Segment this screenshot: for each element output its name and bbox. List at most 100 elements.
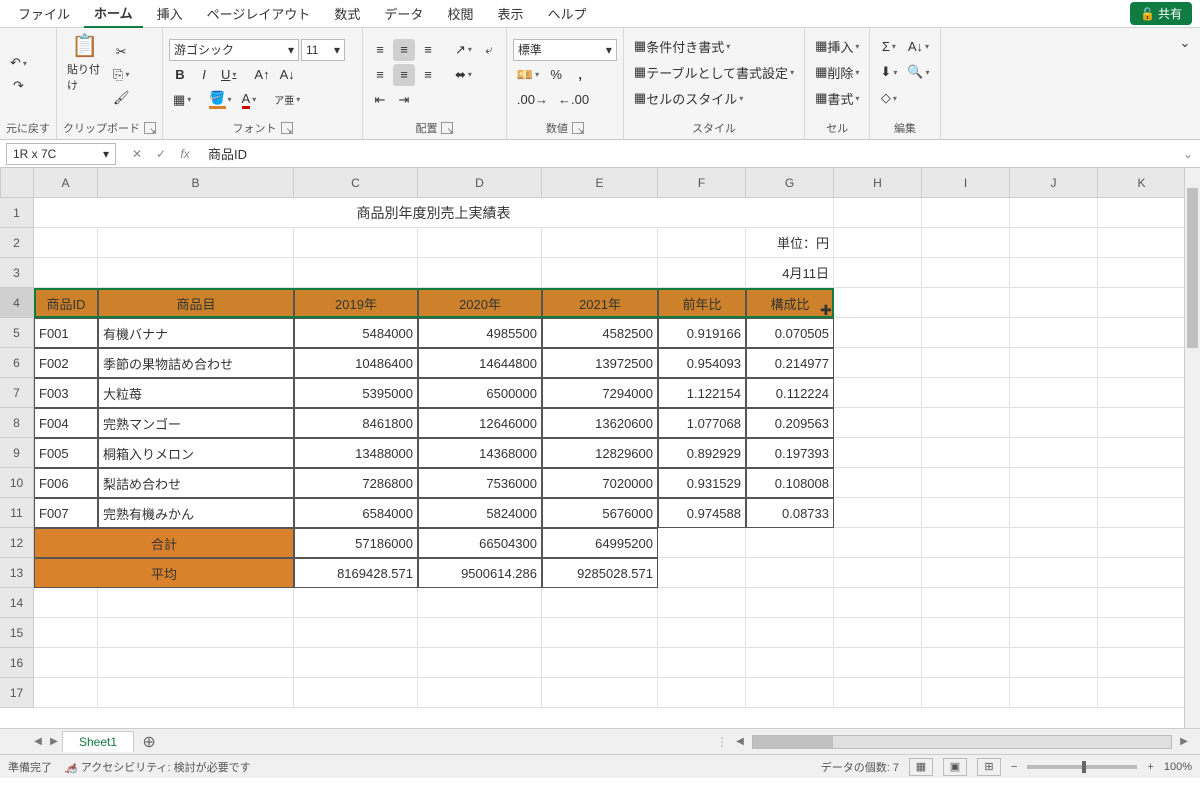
increase-decimal-button[interactable]: .00→ <box>513 89 552 111</box>
cell[interactable] <box>418 228 542 258</box>
cell[interactable] <box>834 528 922 558</box>
percent-button[interactable]: % <box>545 64 567 86</box>
row-header-14[interactable]: 14 <box>0 588 34 618</box>
select-all-corner[interactable] <box>0 168 34 198</box>
cell[interactable] <box>834 408 922 438</box>
col-header-k[interactable]: K <box>1098 168 1186 198</box>
cell[interactable] <box>834 288 922 318</box>
cell[interactable]: 9285028.571 <box>542 558 658 588</box>
cell[interactable]: 0.931529 <box>658 468 746 498</box>
format-painter-button[interactable]: 🖌 <box>109 87 134 109</box>
borders-button[interactable]: ▦▾ <box>169 89 195 111</box>
cell[interactable]: 0.108008 <box>746 468 834 498</box>
cell[interactable] <box>834 468 922 498</box>
cell[interactable] <box>1010 588 1098 618</box>
cell[interactable]: 5484000 <box>294 318 418 348</box>
cell[interactable] <box>746 678 834 708</box>
cell[interactable]: 8461800 <box>294 408 418 438</box>
cell[interactable] <box>922 468 1010 498</box>
cell[interactable]: 14368000 <box>418 438 542 468</box>
cell[interactable] <box>294 648 418 678</box>
cell[interactable] <box>658 618 746 648</box>
comma-button[interactable]: , <box>569 64 591 86</box>
formula-input[interactable]: 商品ID <box>200 144 1176 163</box>
hscroll-right-button[interactable]: ▶ <box>1176 734 1192 750</box>
cell[interactable] <box>98 228 294 258</box>
cell-title[interactable]: 商品別年度別売上実績表 <box>34 198 834 228</box>
row-header-4[interactable]: 4 <box>0 288 34 318</box>
row-header-15[interactable]: 15 <box>0 618 34 648</box>
cell[interactable]: 9500614.286 <box>418 558 542 588</box>
cell[interactable] <box>834 498 922 528</box>
cell[interactable] <box>834 648 922 678</box>
cell[interactable] <box>834 678 922 708</box>
cell[interactable]: 梨詰め合わせ <box>98 468 294 498</box>
align-middle-button[interactable]: ≡ <box>393 39 415 61</box>
cell[interactable] <box>922 318 1010 348</box>
col-header-d[interactable]: D <box>418 168 542 198</box>
cell-date[interactable]: 4月11日 <box>746 258 834 288</box>
cell[interactable] <box>746 588 834 618</box>
cell[interactable]: F006 <box>34 468 98 498</box>
cell[interactable] <box>922 288 1010 318</box>
fill-button[interactable]: ⬇▾ <box>876 61 901 83</box>
cell-header-2019[interactable]: 2019年 <box>294 288 418 318</box>
tab-nav-prev[interactable]: ◀ <box>30 734 46 750</box>
cell[interactable] <box>922 258 1010 288</box>
cell[interactable] <box>834 318 922 348</box>
insert-function-button[interactable]: fx <box>174 147 196 161</box>
cell[interactable] <box>1098 288 1186 318</box>
menu-home[interactable]: ホーム <box>84 0 143 28</box>
find-select-button[interactable]: 🔍▾ <box>903 61 933 83</box>
cell[interactable] <box>922 648 1010 678</box>
col-header-a[interactable]: A <box>34 168 98 198</box>
row-header-5[interactable]: 5 <box>0 318 34 348</box>
number-dialog-launcher[interactable] <box>572 122 584 134</box>
cell[interactable]: 5824000 <box>418 498 542 528</box>
cell[interactable]: F003 <box>34 378 98 408</box>
cell[interactable]: 1.077068 <box>658 408 746 438</box>
tab-split-handle[interactable]: ⋮ <box>716 735 728 749</box>
cell[interactable]: 13972500 <box>542 348 658 378</box>
cell[interactable] <box>1098 498 1186 528</box>
cell[interactable] <box>1098 228 1186 258</box>
cell[interactable] <box>1010 528 1098 558</box>
cell[interactable] <box>34 258 98 288</box>
vertical-scrollbar[interactable] <box>1184 168 1200 728</box>
cell[interactable] <box>1010 468 1098 498</box>
cell[interactable] <box>1098 678 1186 708</box>
cell[interactable]: 0.214977 <box>746 348 834 378</box>
cell[interactable] <box>1098 528 1186 558</box>
cell[interactable] <box>1010 438 1098 468</box>
autosum-button[interactable]: Σ▾ <box>876 35 901 57</box>
cell[interactable] <box>834 558 922 588</box>
view-pagebreak-button[interactable]: ⊞ <box>977 758 1001 776</box>
italic-button[interactable]: I <box>193 64 215 86</box>
row-header-12[interactable]: 12 <box>0 528 34 558</box>
cell[interactable] <box>542 648 658 678</box>
underline-button[interactable]: U▾ <box>217 64 240 86</box>
add-sheet-button[interactable]: ⊕ <box>134 732 164 752</box>
currency-button[interactable]: 💴▾ <box>513 64 543 86</box>
cell[interactable]: 12646000 <box>418 408 542 438</box>
cell[interactable]: 66504300 <box>418 528 542 558</box>
cell[interactable] <box>1010 198 1098 228</box>
cell[interactable]: 大粒苺 <box>98 378 294 408</box>
menu-review[interactable]: 校閲 <box>437 0 483 27</box>
cell[interactable]: 0.209563 <box>746 408 834 438</box>
cell[interactable] <box>658 528 746 558</box>
cell[interactable] <box>98 618 294 648</box>
cell[interactable] <box>834 198 922 228</box>
col-header-f[interactable]: F <box>658 168 746 198</box>
decrease-indent-button[interactable]: ⇤ <box>369 89 391 111</box>
row-header-9[interactable]: 9 <box>0 438 34 468</box>
cell[interactable]: 5395000 <box>294 378 418 408</box>
share-button[interactable]: 🔓 共有 <box>1130 2 1192 25</box>
cell[interactable] <box>658 558 746 588</box>
cell[interactable]: F001 <box>34 318 98 348</box>
status-accessibility[interactable]: 🦽 アクセシビリティ: 検討が必要です <box>64 759 251 775</box>
menu-formulas[interactable]: 数式 <box>324 0 370 27</box>
cell[interactable]: 0.112224 <box>746 378 834 408</box>
cell[interactable]: 8169428.571 <box>294 558 418 588</box>
row-header-17[interactable]: 17 <box>0 678 34 708</box>
